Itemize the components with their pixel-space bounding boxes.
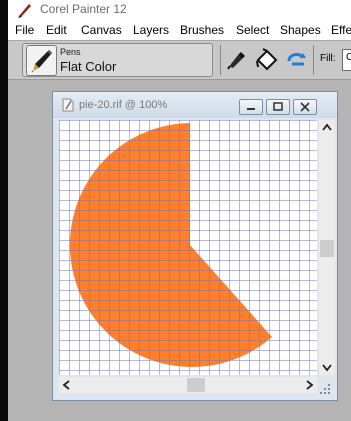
vertical-scrollbar[interactable] (319, 120, 335, 375)
fill-bucket-icon[interactable] (254, 47, 280, 73)
painter-app: Corel Painter 12 File Edit Canvas Layers… (8, 0, 351, 421)
brush-selector[interactable]: Pens Flat Color (22, 43, 213, 77)
close-button[interactable] (293, 99, 317, 115)
rotate-icon[interactable] (284, 47, 310, 73)
brush-category-label: Pens (60, 47, 81, 57)
property-bar: Pens Flat Color Fill: C (8, 40, 351, 80)
brush-logo-icon (18, 4, 31, 18)
app-title-bar: Corel Painter 12 (8, 0, 351, 20)
scroll-left-icon[interactable] (59, 377, 75, 393)
maximize-icon (273, 102, 283, 111)
canvas-grid (59, 120, 317, 375)
menu-layers[interactable]: Layers (133, 23, 169, 37)
canvas-artwork (59, 120, 317, 375)
menu-edit[interactable]: Edit (46, 23, 67, 37)
document-window: pie-20.rif @ 100% (52, 91, 338, 401)
fill-dropdown[interactable]: C (342, 49, 351, 71)
horizontal-scrollbar[interactable] (59, 377, 317, 393)
scroll-down-icon[interactable] (319, 359, 335, 375)
menu-effects[interactable]: Effe (331, 23, 351, 37)
close-icon (300, 102, 310, 112)
toolbar-divider (220, 45, 221, 75)
drawing-canvas[interactable] (59, 120, 317, 375)
scroll-up-icon[interactable] (319, 120, 335, 136)
eyedropper-icon[interactable] (224, 47, 250, 73)
menu-file[interactable]: File (15, 23, 34, 37)
brush-variant-label: Flat Color (60, 59, 117, 74)
horizontal-scroll-thumb[interactable] (187, 378, 205, 392)
maximize-button[interactable] (266, 99, 290, 115)
document-icon (62, 98, 74, 112)
menu-bar: File Edit Canvas Layers Brushes Select S… (8, 20, 351, 40)
resize-grip-icon[interactable] (320, 384, 332, 396)
app-title: Corel Painter 12 (40, 2, 127, 16)
fill-label: Fill: (320, 53, 336, 64)
menu-canvas[interactable]: Canvas (81, 23, 122, 37)
document-title: pie-20.rif @ 100% (79, 99, 168, 111)
pen-nib-icon (26, 45, 57, 76)
menu-select[interactable]: Select (236, 23, 269, 37)
toolbar-divider (313, 45, 314, 75)
minimize-button[interactable] (239, 99, 263, 115)
menu-shapes[interactable]: Shapes (280, 23, 321, 37)
scroll-right-icon[interactable] (301, 377, 317, 393)
menu-brushes[interactable]: Brushes (180, 23, 224, 37)
document-title-bar[interactable]: pie-20.rif @ 100% (53, 92, 337, 118)
minimize-icon (247, 108, 255, 110)
vertical-scroll-thumb[interactable] (320, 240, 334, 257)
fill-value: C (346, 52, 351, 63)
